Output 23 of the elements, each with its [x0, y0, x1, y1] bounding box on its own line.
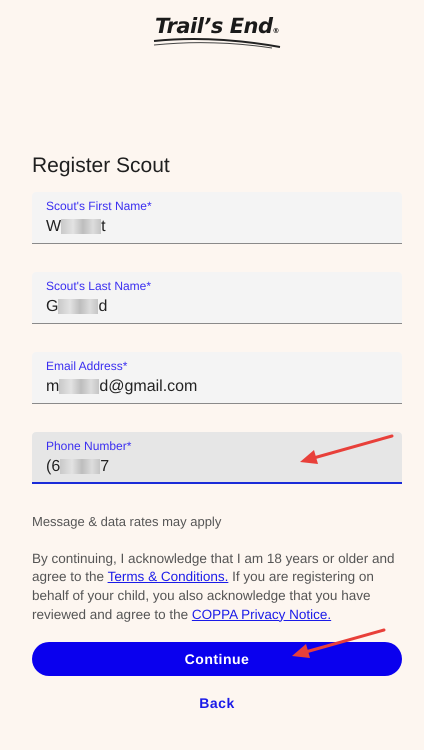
field-value: G: [46, 296, 58, 317]
field-value: 7: [100, 456, 110, 477]
field-value: m: [46, 376, 60, 397]
field-label: Scout's Last Name*: [46, 279, 152, 295]
text-field[interactable]: Scout's First Name* W t: [32, 192, 402, 244]
consent-link[interactable]: COPPA Privacy Notice.: [192, 606, 332, 622]
field-value: t: [101, 216, 106, 237]
field-value: W: [46, 216, 62, 237]
field-label: Phone Number*: [46, 439, 132, 455]
consent-paragraph: By continuing, I acknowledge that I am 18 years or older and agree to the Terms & Conditions. If you are registering on behalf of your child, you also acknowledge that you have reviewed and agree to the COPPA Privacy Notice.: [32, 550, 396, 624]
field-value: d: [98, 296, 108, 317]
text-field[interactable]: Email Address* m d@gmail.com: [32, 352, 402, 404]
field-value: d@gmail.com: [99, 376, 198, 397]
back-link[interactable]: Back: [199, 695, 235, 712]
field-label: Email Address*: [46, 359, 128, 375]
field-label: Scout's First Name*: [46, 199, 153, 215]
page-heading: Register Scout: [32, 153, 171, 178]
field-value: (6: [46, 456, 60, 477]
consent-link[interactable]: Terms & Conditions.: [108, 569, 228, 584]
text-field[interactable]: Scout's Last Name* G d: [32, 272, 402, 324]
continue-button[interactable]: Continue: [32, 642, 402, 676]
text-field[interactable]: Phone Number* (6 7: [32, 432, 402, 484]
helper-text: Message & data rates may apply: [32, 513, 222, 532]
